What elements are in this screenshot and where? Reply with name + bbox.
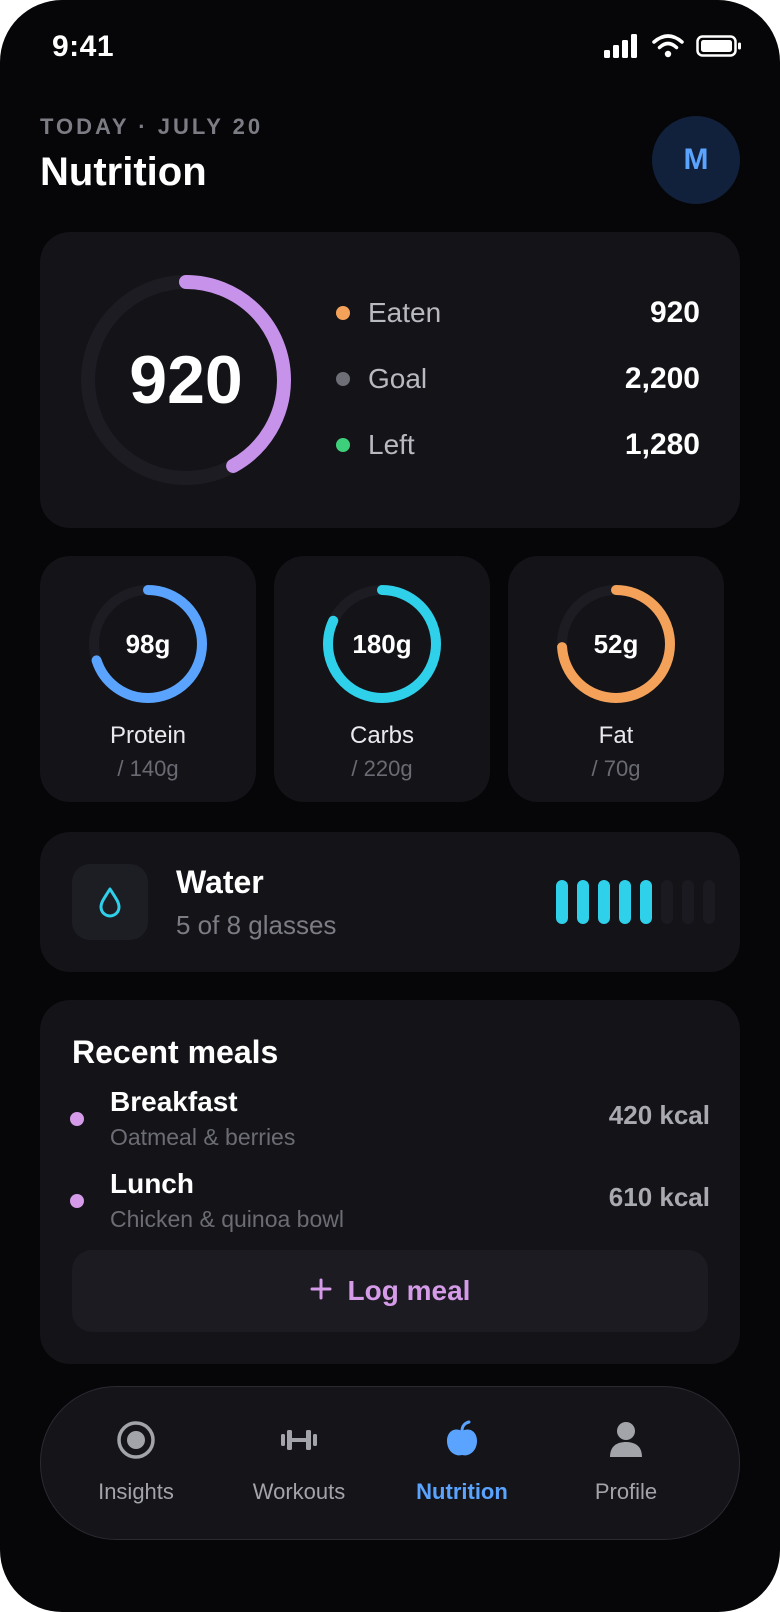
target-icon (49, 1419, 223, 1461)
protein-amount: 98g (125, 628, 171, 659)
page-title: Nutrition (40, 150, 207, 194)
meal-row-lunch[interactable]: Lunch Chicken & quinoa bowl 610 kcal (70, 1168, 710, 1238)
tab-bar: Insights Workouts Nutrition Profile (40, 1386, 740, 1540)
recent-meals-title: Recent meals (72, 1034, 279, 1070)
status-time: 9:41 (52, 30, 115, 63)
meal-kcal: 610 kcal (608, 1182, 710, 1212)
stat-dot-goal (336, 372, 350, 386)
meal-kcal: 420 kcal (608, 1100, 710, 1130)
water-glass-empty[interactable] (661, 880, 673, 924)
protein-goal: / 140g (117, 756, 179, 781)
stat-row-left: Left 1,280 (336, 412, 700, 478)
meal-row-breakfast[interactable]: Breakfast Oatmeal & berries 420 kcal (70, 1086, 710, 1156)
water-glass-filled[interactable] (556, 880, 568, 924)
macro-card-carbs[interactable]: 180g Carbs / 220g (274, 556, 490, 802)
carbs-amount: 180g (352, 628, 412, 659)
stat-row-eaten: Eaten 920 (336, 280, 700, 346)
fat-amount: 52g (593, 628, 639, 659)
water-glass-filled[interactable] (577, 880, 589, 924)
calorie-stats: Eaten 920 Goal 2,200 Left 1,280 (336, 280, 700, 478)
date-label: TODAY · JULY 20 (40, 114, 264, 139)
dumbbell-icon (212, 1419, 386, 1461)
tab-label-insights: Insights (98, 1479, 174, 1504)
avatar[interactable]: M (652, 116, 740, 204)
meal-description: Chicken & quinoa bowl (110, 1206, 344, 1232)
meal-name: Lunch (110, 1168, 194, 1199)
water-drop-icon (72, 864, 148, 940)
apple-icon (375, 1419, 549, 1461)
stat-value-left: 1,280 (624, 428, 700, 461)
water-glass-filled[interactable] (598, 880, 610, 924)
meal-description: Oatmeal & berries (110, 1124, 296, 1150)
calories-eaten-number: 920 (129, 342, 243, 418)
phone-screen: 9:41 TODAY · JULY 20 Nutrition M 920 Eat… (0, 0, 780, 1612)
person-icon (539, 1419, 713, 1461)
carbs-goal: / 220g (351, 756, 413, 781)
meal-dot (70, 1194, 84, 1208)
plus-icon (310, 1275, 332, 1307)
fat-goal: / 70g (591, 756, 641, 781)
fat-label: Fat (598, 722, 634, 749)
carbs-label: Carbs (349, 722, 415, 749)
recent-meals-card: Recent meals Breakfast Oatmeal & berries… (40, 1000, 740, 1364)
water-glass-filled[interactable] (619, 880, 631, 924)
macro-card-fat[interactable]: 52g Fat / 70g (508, 556, 724, 802)
meal-dot (70, 1112, 84, 1126)
water-glass-filled[interactable] (640, 880, 652, 924)
log-meal-label: Log meal (347, 1275, 471, 1306)
water-glasses[interactable] (556, 880, 715, 924)
macro-card-protein[interactable]: 98g Protein / 140g (40, 556, 256, 802)
tab-label-workouts: Workouts (252, 1479, 346, 1504)
meal-name: Breakfast (110, 1086, 238, 1117)
wifi-icon (652, 34, 684, 63)
tab-profile[interactable]: Profile (539, 1387, 713, 1539)
calories-card: 920 Eaten 920 Goal 2,200 Left 1,280 (40, 232, 740, 528)
tab-label-nutrition: Nutrition (416, 1479, 508, 1504)
cellular-signal-icon (604, 34, 640, 63)
water-glass-empty[interactable] (682, 880, 694, 924)
stat-label-left: Left (368, 429, 415, 460)
protein-label: Protein (109, 722, 187, 749)
water-title: Water (176, 864, 264, 900)
stat-value-goal: 2,200 (624, 362, 700, 395)
status-icons (604, 34, 742, 63)
tab-label-profile: Profile (594, 1479, 658, 1504)
log-meal-button[interactable]: Log meal (72, 1250, 708, 1332)
stat-value-eaten: 920 (649, 296, 700, 329)
stat-dot-eaten (336, 306, 350, 320)
water-count: 5 of 8 glasses (176, 910, 337, 940)
tab-workouts[interactable]: Workouts (212, 1387, 386, 1539)
stat-label-goal: Goal (368, 363, 428, 394)
battery-icon (696, 34, 742, 63)
tab-nutrition[interactable]: Nutrition (375, 1387, 549, 1539)
water-glass-empty[interactable] (703, 880, 715, 924)
stat-dot-left (336, 438, 350, 452)
tab-insights[interactable]: Insights (49, 1387, 223, 1539)
stat-row-goal: Goal 2,200 (336, 346, 700, 412)
stat-label-eaten: Eaten (368, 297, 442, 328)
water-card[interactable]: Water 5 of 8 glasses (40, 832, 740, 972)
